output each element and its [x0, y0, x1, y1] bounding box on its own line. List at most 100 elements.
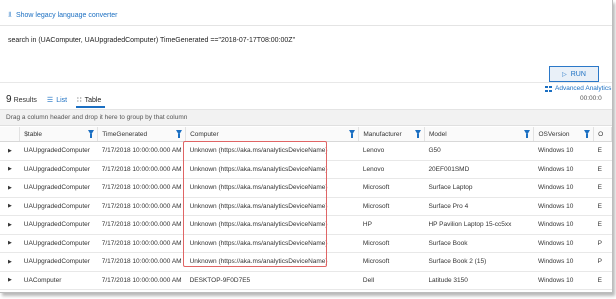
results-count: 9: [6, 94, 12, 105]
results-table: $table TimeGenerated Computer Manufactur…: [0, 127, 612, 292]
expand-row-icon[interactable]: ▶: [0, 197, 20, 216]
table-row[interactable]: ▶UAComputer7/17/2018 10:00:00.000 AMDESK…: [0, 271, 612, 290]
cell-manufacturer: HP: [358, 215, 425, 235]
results-label: Results: [13, 97, 37, 104]
list-icon: ☰: [46, 97, 54, 104]
column-header-label: Manufacturer: [363, 130, 402, 138]
expand-row-icon[interactable]: ▶: [0, 178, 20, 198]
cell-manufacturer: Microsoft: [358, 234, 425, 253]
cell-computer: Unknown (https://aka.ms/analyticsDeviceN…: [185, 252, 359, 272]
cell-computer: Unknown (https://aka.ms/analyticsDeviceN…: [185, 215, 359, 235]
expand-row-icon[interactable]: ▶: [0, 215, 20, 235]
cell-model: HP Pavilion Laptop 15-cc5xx: [424, 215, 534, 235]
legacy-converter-link[interactable]: ⫫ Show legacy language converter: [8, 11, 118, 19]
column-header-computer[interactable]: Computer: [185, 127, 360, 142]
cell-model: 20EF001SMD: [424, 160, 534, 179]
grid-icon: [545, 85, 552, 92]
cell-table: UAUpgradedComputer: [19, 160, 98, 179]
column-header-o[interactable]: O: [593, 127, 612, 142]
cell-osversion: Windows 10: [533, 271, 594, 290]
query-editor[interactable]: search in (UAComputer, UAUpgradedCompute…: [8, 37, 295, 44]
filter-icon[interactable]: [88, 130, 95, 138]
expand-row-icon[interactable]: ▶: [0, 234, 20, 253]
expand-row-icon[interactable]: ▶: [0, 289, 20, 292]
table-row[interactable]: ▶ UAUpgradedComputer 7/17/2018 10:00:00.00…: [0, 215, 612, 235]
cell-model: G50: [424, 141, 534, 161]
cell-table: UAUpgradedComputer: [19, 141, 98, 161]
cell-model: Surface Pro 4: [424, 197, 534, 216]
cell-timegenerated: 7/17/2018 10:00:00.000 AM: [97, 141, 186, 161]
column-header-label: $table: [24, 130, 43, 138]
cell-o: P: [593, 252, 612, 272]
table-row[interactable]: ▶ UAUpgradedComputer 7/17/2018 10:00:00.00…: [0, 234, 612, 253]
cell-o: E: [593, 271, 612, 290]
filter-icon[interactable]: [176, 130, 183, 138]
column-header-label: Model: [428, 130, 447, 138]
table-row[interactable]: ▶ UAUpgradedComputer 7/17/2018 10:00:00.00…: [0, 252, 612, 272]
execution-time: 00:00:0: [580, 95, 602, 102]
table-icon: ∷: [77, 97, 82, 104]
table-row[interactable]: ▶ UAUpgradedComputer 7/17/2018 10:00:00.00…: [0, 178, 612, 198]
cell-manufacturer: Lenovo: [358, 160, 425, 179]
expand-row-icon[interactable]: ▶: [0, 252, 20, 272]
cell-timegenerated: 7/17/2018 10:00:00.000 AM: [97, 215, 186, 235]
tab-table[interactable]: ∷ Table: [77, 96, 102, 105]
column-header-manufacturer[interactable]: Manufacturer: [358, 127, 425, 142]
column-header-timegenerated[interactable]: TimeGenerated: [97, 127, 187, 142]
tab-list-label: List: [56, 96, 68, 104]
filter-icon[interactable]: [414, 130, 421, 138]
cell-computer: DESKTOP-9F0D7E5: [185, 271, 359, 290]
cell-o: E: [593, 215, 612, 235]
cell-manufacturer: Dell: [358, 271, 425, 290]
cell-table: UAUpgradedComputer: [19, 178, 98, 198]
filter-icon[interactable]: [349, 130, 356, 138]
cell-o: P: [593, 234, 612, 253]
expand-column-header: [0, 127, 21, 142]
cell-manufacturer: Microsoft: [358, 197, 425, 216]
table-row[interactable]: ▶UAComputer7/17/2018 10:00:00.000 AMDESK…: [0, 289, 612, 292]
run-button[interactable]: ▷ RUN: [549, 66, 599, 82]
column-header-osversion[interactable]: OSVersion: [533, 127, 595, 142]
cell-computer: Unknown (https://aka.ms/analyticsDeviceN…: [185, 197, 359, 216]
tab-list[interactable]: ☰ List: [46, 96, 68, 105]
cell-computer: Unknown (https://aka.ms/analyticsDeviceN…: [185, 141, 359, 161]
cell-osversion: Windows 10: [533, 289, 594, 292]
cell-o: P: [593, 289, 612, 292]
column-header-label: O: [598, 130, 604, 138]
cell-model: Surface Book 2 (15): [424, 252, 534, 272]
advanced-analytics-link[interactable]: Advanced Analytics: [545, 85, 611, 92]
cell-timegenerated: 7/17/2018 10:00:00.000 AM: [97, 178, 186, 198]
divider: [0, 82, 612, 83]
column-header-model[interactable]: Model: [424, 127, 535, 142]
cell-osversion: Windows 10: [533, 197, 594, 216]
table-row[interactable]: ▶ UAUpgradedComputer 7/17/2018 10:00:00.00…: [0, 197, 612, 216]
column-header-table[interactable]: $table: [19, 127, 99, 142]
cell-osversion: Windows 10: [533, 215, 594, 235]
cell-manufacturer: Microsoft: [358, 178, 425, 198]
cell-manufacturer: Microsoft: [358, 252, 425, 272]
expand-row-icon[interactable]: ▶: [0, 141, 20, 161]
tab-table-label: Table: [84, 96, 102, 104]
filter-icon[interactable]: [524, 130, 531, 138]
cell-table: UAUpgradedComputer: [19, 215, 98, 235]
group-by-drop-zone[interactable]: Drag a column header and drop it here to…: [0, 110, 612, 126]
cell-computer: Unknown (https://aka.ms/analyticsDeviceN…: [185, 234, 359, 253]
column-header-label: Computer: [190, 130, 219, 138]
cell-timegenerated: 7/17/2018 10:00:00.000 AM: [97, 160, 186, 179]
cell-table: UAComputer: [19, 271, 98, 290]
column-header-label: OSVersion: [538, 130, 570, 138]
cell-timegenerated: 7/17/2018 10:00:00.000 AM: [97, 252, 186, 272]
expand-row-icon[interactable]: ▶: [0, 160, 20, 179]
table-row[interactable]: ▶ UAUpgradedComputer 7/17/2018 10:00:00.00…: [0, 141, 612, 161]
table-row[interactable]: ▶ UAUpgradedComputer 7/17/2018 10:00:00.00…: [0, 160, 612, 179]
divider: [0, 25, 612, 26]
expand-row-icon[interactable]: ▶: [0, 271, 20, 290]
cell-model: Latitude 3150: [424, 271, 534, 290]
filter-icon[interactable]: [584, 130, 591, 138]
cell-table: UAComputer: [19, 289, 98, 292]
cell-osversion: Windows 10: [533, 141, 594, 161]
double-chevron-down-icon: ⫫: [8, 11, 12, 18]
cell-timegenerated: 7/17/2018 10:00:00.000 AM: [97, 197, 186, 216]
cell-o: E: [593, 160, 612, 179]
cell-o: E: [593, 197, 612, 216]
